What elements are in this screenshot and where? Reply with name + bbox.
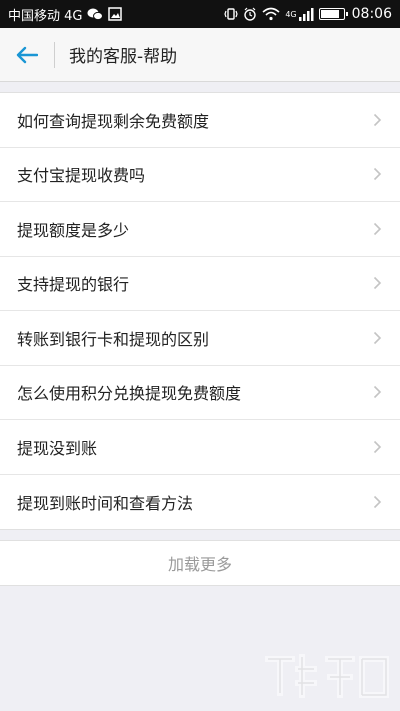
faq-item-label: 支付宝提现收费吗: [17, 166, 146, 186]
faq-item[interactable]: 提现到账时间和查看方法: [0, 475, 400, 530]
wechat-icon: [87, 7, 104, 21]
faq-item-label: 怎么使用积分兑换提现免费额度: [17, 384, 242, 404]
carrier-label: 中国移动 4G: [8, 8, 83, 24]
chevron-right-icon: [373, 113, 382, 127]
chevron-right-icon: [373, 276, 382, 290]
battery-icon: [318, 8, 348, 20]
faq-item[interactable]: 支付宝提现收费吗: [0, 148, 400, 202]
faq-item-label: 提现没到账: [17, 438, 98, 458]
network-badge: 4G: [285, 9, 297, 19]
faq-item-label: 转账到银行卡和提现的区别: [17, 329, 210, 349]
alarm-icon: [243, 7, 257, 21]
chevron-right-icon: [373, 440, 382, 454]
faq-item-label: 如何查询提现剩余免费额度: [17, 111, 210, 131]
image-icon: [108, 7, 123, 21]
chevron-right-icon: [373, 222, 382, 236]
faq-item[interactable]: 怎么使用积分兑换提现免费额度: [0, 366, 400, 420]
chevron-right-icon: [373, 385, 382, 399]
page-title: 我的客服-帮助: [69, 47, 178, 67]
status-left: 中国移动 4G: [8, 5, 123, 24]
faq-item[interactable]: 提现额度是多少: [0, 202, 400, 257]
load-more-button[interactable]: 加载更多: [0, 540, 400, 586]
faq-item[interactable]: 转账到银行卡和提现的区别: [0, 311, 400, 366]
faq-item-label: 提现到账时间和查看方法: [17, 493, 194, 513]
faq-list: 如何查询提现剩余免费额度 支付宝提现收费吗 提现额度是多少 支持提现的银行 转账…: [0, 92, 400, 530]
faq-item-label: 提现额度是多少: [17, 220, 130, 240]
status-time: 08:06: [351, 6, 392, 22]
faq-item[interactable]: 提现没到账: [0, 420, 400, 475]
wifi-icon: [262, 7, 280, 21]
chevron-right-icon: [373, 495, 382, 509]
faq-item[interactable]: 如何查询提现剩余免费额度: [0, 93, 400, 148]
watermark-logo: [265, 654, 389, 698]
chevron-right-icon: [373, 331, 382, 345]
back-button[interactable]: [0, 28, 54, 82]
status-bar: 中国移动 4G 4G 08:06: [0, 0, 400, 28]
header-divider: [54, 41, 55, 68]
status-right: 4G 08:06: [224, 6, 392, 22]
faq-item-label: 支持提现的银行: [17, 275, 130, 295]
faq-item[interactable]: 支持提现的银行: [0, 257, 400, 311]
app-header: 我的客服-帮助: [0, 28, 400, 82]
vibrate-icon: [224, 7, 238, 21]
arrow-left-icon: [16, 46, 38, 63]
signal-icon: 4G: [285, 7, 314, 21]
chevron-right-icon: [373, 167, 382, 181]
